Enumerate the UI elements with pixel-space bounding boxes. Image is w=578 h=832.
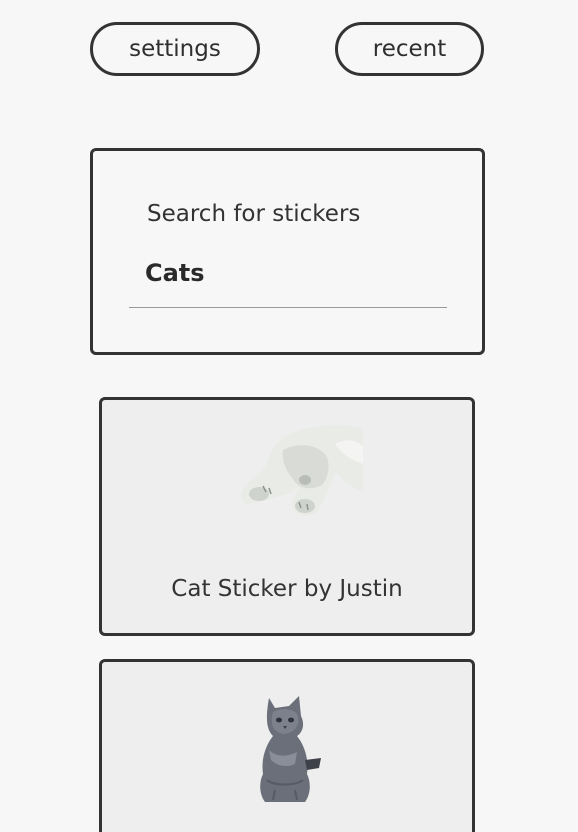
cat-sticker-image <box>260 696 321 802</box>
sticker-card[interactable]: Cat Sticker by Justin <box>99 397 475 636</box>
sticker-card[interactable] <box>99 659 475 832</box>
search-input-value: Cats <box>145 259 205 287</box>
cat-sticker-image <box>241 425 363 516</box>
sticker-search-screen: settings recent Search for stickers Cats… <box>0 0 578 832</box>
search-label: Search for stickers <box>147 201 361 227</box>
settings-button[interactable]: settings <box>90 22 260 76</box>
search-input[interactable]: Cats <box>129 251 447 308</box>
sticker-caption: Cat Sticker by Justin <box>171 576 403 602</box>
search-card: Search for stickers Cats <box>90 148 485 355</box>
recent-button[interactable]: recent <box>335 22 484 76</box>
